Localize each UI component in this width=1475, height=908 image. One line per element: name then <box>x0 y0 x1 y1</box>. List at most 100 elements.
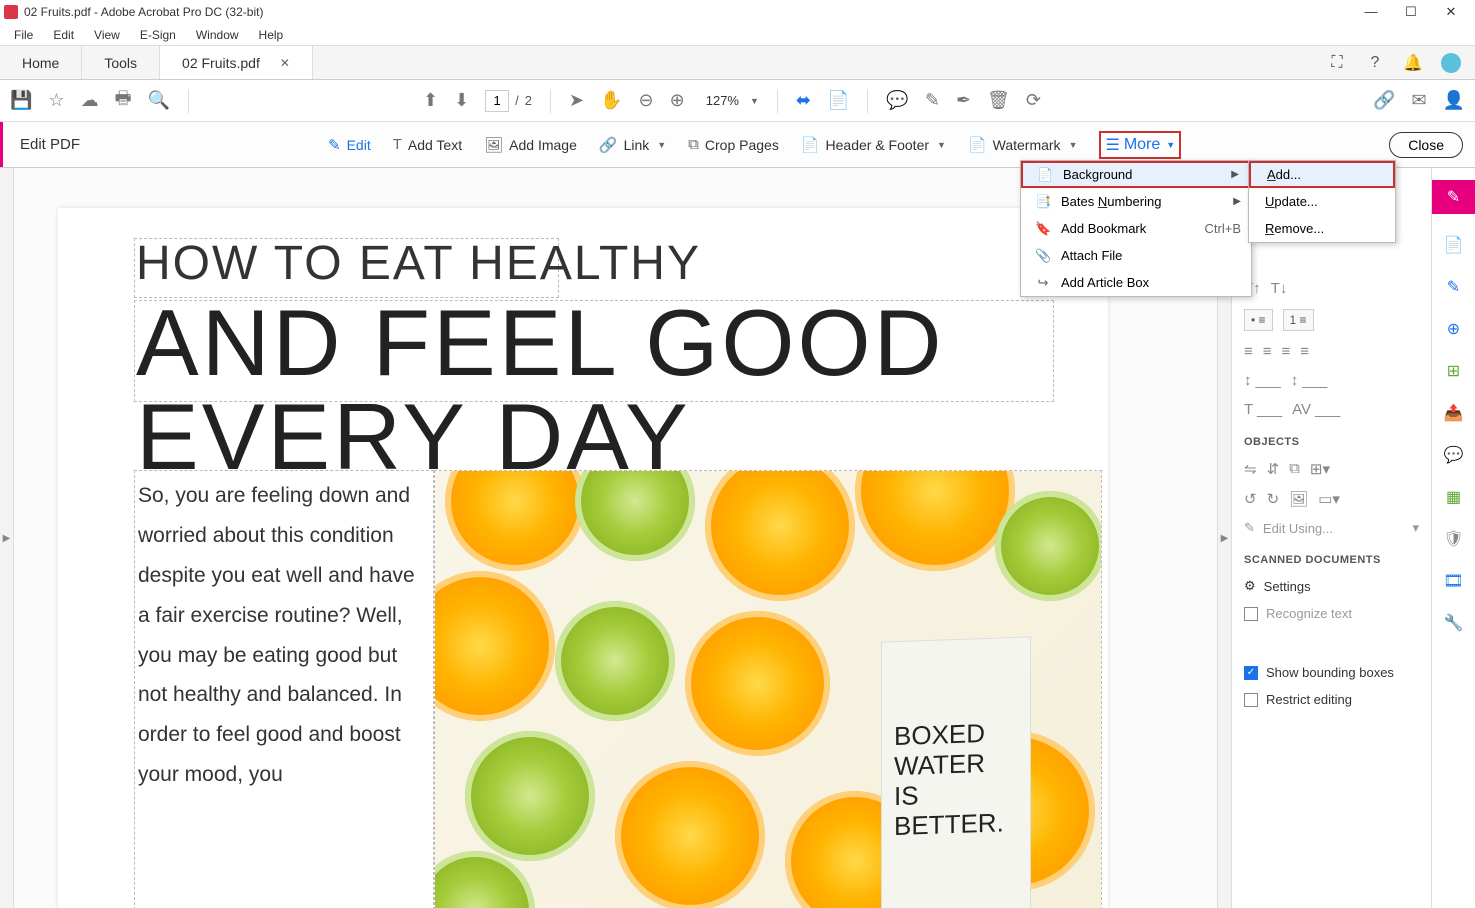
submenu-item-remove[interactable]: Remove... <box>1249 215 1395 242</box>
menu-file[interactable]: File <box>4 26 43 44</box>
fit-page-icon[interactable]: 📄 <box>827 90 849 111</box>
submenu-item-add[interactable]: Add... <box>1249 161 1395 188</box>
crop-button[interactable]: ⧉Crop Pages <box>688 136 779 153</box>
edit-button[interactable]: ✎Edit <box>328 136 371 154</box>
recognize-text-checkbox[interactable]: Recognize text <box>1244 606 1419 621</box>
tab-document-label: 02 Fruits.pdf <box>182 55 260 71</box>
settings-button[interactable]: ⚙ Settings <box>1244 578 1419 594</box>
link-share-icon[interactable]: 🔗 <box>1373 90 1395 111</box>
export-tool-icon[interactable]: 📤 <box>1443 402 1465 424</box>
email-icon[interactable]: ✉ <box>1411 90 1426 111</box>
highlight-icon[interactable]: ✎ <box>925 90 940 111</box>
menu-edit[interactable]: Edit <box>43 26 84 44</box>
add-image-button[interactable]: 🖼Add Image <box>484 136 577 154</box>
minimize-icon[interactable]: — <box>1351 4 1391 20</box>
menu-item-background[interactable]: 📄 Background ▶ <box>1021 161 1251 188</box>
rotate-cw-icon[interactable]: ↻ <box>1267 490 1280 508</box>
line-spacing-icon[interactable]: ↕ ___ <box>1244 372 1281 389</box>
create-pdf-tool-icon[interactable]: 📄 <box>1443 234 1465 256</box>
avatar[interactable] <box>1441 53 1461 73</box>
fill-sign-tool-icon[interactable]: 💬 <box>1443 444 1465 466</box>
menu-item-article[interactable]: ↪ Add Article Box <box>1021 269 1251 296</box>
close-icon[interactable]: ✕ <box>1431 4 1471 20</box>
bell-icon[interactable]: 🔔 <box>1403 53 1423 73</box>
menu-item-bates[interactable]: 📑 Bates Numbering ▶ <box>1021 188 1251 215</box>
comment-icon[interactable]: 💬 <box>886 90 908 111</box>
align-left-icon[interactable]: ≡ <box>1244 343 1253 360</box>
rotate-ccw-icon[interactable]: ↺ <box>1244 490 1257 508</box>
close-button[interactable]: Close <box>1389 132 1463 158</box>
tab-home[interactable]: Home <box>0 46 82 79</box>
edit-pdf-tool-icon[interactable]: ✎ <box>1432 180 1475 214</box>
save-icon[interactable]: 💾 <box>10 90 32 111</box>
fit-width-icon[interactable]: ⬌ <box>796 90 811 111</box>
carton-line: WATER <box>894 748 1004 782</box>
zoom-select[interactable]: 127% ▼ <box>701 90 759 111</box>
screen-capture-icon[interactable]: ⛶ <box>1327 53 1347 73</box>
flip-h-icon[interactable]: ⇋ <box>1244 460 1257 478</box>
char-spacing-icon[interactable]: AV ___ <box>1292 401 1340 418</box>
select-tool-icon[interactable]: ➤ <box>569 90 584 111</box>
image-bounding-box[interactable]: BOXED WATER IS BETTER. <box>434 470 1102 908</box>
align-object-icon[interactable]: ⊞▾ <box>1310 460 1330 478</box>
more-tools-icon[interactable]: 🔧 <box>1443 612 1465 634</box>
signature-icon[interactable]: ✒ <box>956 90 971 111</box>
add-text-button[interactable]: TAdd Text <box>393 136 462 153</box>
crop-object-icon[interactable]: ⧉ <box>1289 460 1300 478</box>
replace-image-icon[interactable]: 🖼 <box>1289 490 1308 508</box>
menu-esign[interactable]: E-Sign <box>130 26 186 44</box>
crop-icon: ⧉ <box>688 136 699 153</box>
page-down-icon[interactable]: ⬇ <box>454 90 469 111</box>
hand-tool-icon[interactable]: ✋ <box>600 90 622 111</box>
menu-help[interactable]: Help <box>249 26 294 44</box>
protect-tool-icon[interactable]: 🛡 <box>1443 528 1465 550</box>
comment-tool-icon[interactable]: ✎ <box>1443 276 1465 298</box>
maximize-icon[interactable]: ☐ <box>1391 4 1431 20</box>
flip-v-icon[interactable]: ⇵ <box>1267 460 1280 478</box>
people-icon[interactable]: 👤 <box>1443 90 1465 111</box>
zoom-out-icon[interactable]: ⊖ <box>639 90 654 111</box>
organize-tool-icon[interactable]: ⊞ <box>1443 360 1465 382</box>
tab-tools[interactable]: Tools <box>82 46 160 79</box>
watermark-button[interactable]: 📄Watermark▼ <box>968 136 1078 154</box>
page-current-input[interactable] <box>485 90 509 112</box>
bates-label: Bates Numbering <box>1061 194 1161 209</box>
collapse-left-handle[interactable]: ▶ <box>0 168 14 908</box>
para-spacing-icon[interactable]: ↕ ___ <box>1291 372 1328 389</box>
redact-tool-icon[interactable]: ▦ <box>1443 486 1465 508</box>
link-button[interactable]: 🔗Link▼ <box>599 136 666 154</box>
help-icon[interactable]: ? <box>1365 53 1385 73</box>
menu-window[interactable]: Window <box>186 26 249 44</box>
rich-media-tool-icon[interactable]: 🎞 <box>1443 570 1465 592</box>
tab-document[interactable]: 02 Fruits.pdf ✕ <box>160 46 313 79</box>
horiz-scale-icon[interactable]: T ___ <box>1244 401 1282 418</box>
delete-icon[interactable]: 🗑 <box>987 90 1010 111</box>
menu-view[interactable]: View <box>84 26 130 44</box>
star-icon[interactable]: ☆ <box>48 90 64 111</box>
restrict-editing-checkbox[interactable]: Restrict editing <box>1244 692 1419 707</box>
text-smaller-icon[interactable]: T↓ <box>1271 280 1288 297</box>
menu-item-bookmark[interactable]: 🔖 Add Bookmark Ctrl+B <box>1021 215 1251 242</box>
rotate-icon[interactable]: ⟳ <box>1026 90 1041 111</box>
align-center-icon[interactable]: ≡ <box>1263 343 1272 360</box>
header-footer-button[interactable]: 📄Header & Footer▼ <box>801 136 946 154</box>
print-icon[interactable]: 🖶 <box>115 86 132 116</box>
more-button[interactable]: ☰ More ▼ <box>1099 131 1181 159</box>
page-up-icon[interactable]: ⬆ <box>423 90 438 111</box>
submenu-item-update[interactable]: Update... <box>1249 188 1395 215</box>
cloud-upload-icon[interactable]: ☁ <box>81 90 99 111</box>
align-right-icon[interactable]: ≡ <box>1282 343 1291 360</box>
menu-item-attach[interactable]: 📎 Attach File <box>1021 242 1251 269</box>
chevron-down-icon: ▼ <box>1166 140 1175 150</box>
show-bounding-checkbox[interactable]: ✓ Show bounding boxes <box>1244 665 1419 680</box>
number-list-button[interactable]: 1 ≡ <box>1283 309 1314 331</box>
objects-section-title: OBJECTS <box>1244 436 1419 448</box>
search-icon[interactable]: 🔍 <box>148 90 170 111</box>
tab-close-icon[interactable]: ✕ <box>280 56 290 70</box>
combine-tool-icon[interactable]: ⊕ <box>1443 318 1465 340</box>
bullet-list-button[interactable]: • ≡ <box>1244 309 1273 331</box>
zoom-in-icon[interactable]: ⊕ <box>670 90 685 111</box>
arrange-icon[interactable]: ▭▾ <box>1318 490 1340 508</box>
align-justify-icon[interactable]: ≡ <box>1300 343 1309 360</box>
edit-using-dropdown[interactable]: ✎ Edit Using... ▾ <box>1244 520 1419 536</box>
